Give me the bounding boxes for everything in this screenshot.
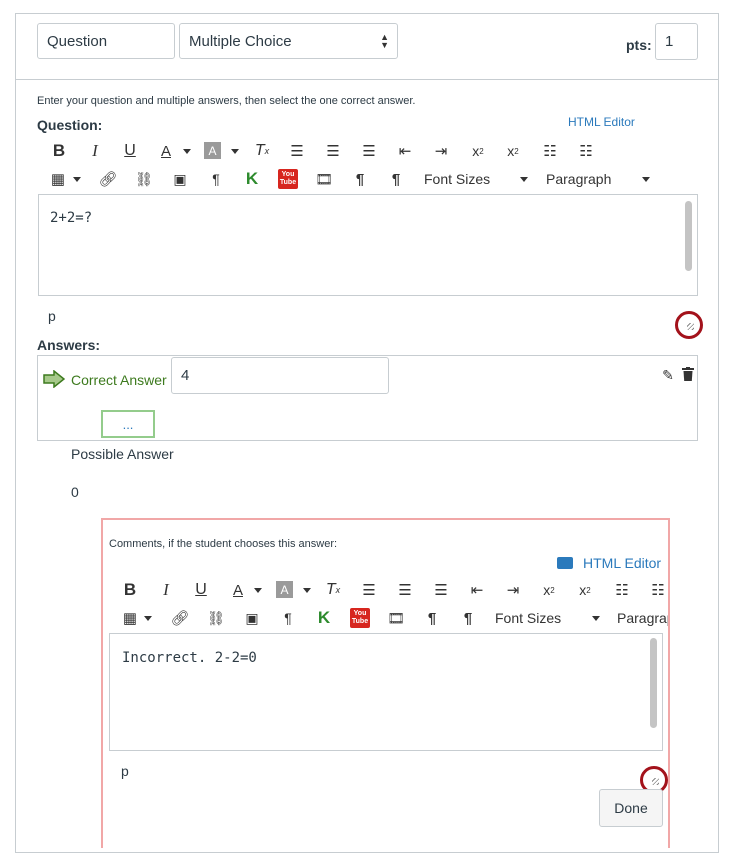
comments-path-indicator: p [121, 763, 129, 779]
comments-editor[interactable]: Incorrect. 2-2=0 [109, 633, 663, 751]
done-button[interactable]: Done [599, 789, 663, 827]
background-color-caret-icon[interactable] [231, 149, 239, 154]
comments-rtl-icon[interactable]: ¶ [458, 608, 478, 628]
background-color-icon[interactable]: A [204, 142, 221, 159]
question-resize-handle[interactable] [675, 311, 703, 339]
comments-indent-icon[interactable]: ⇥ [504, 582, 522, 599]
comments-numbered-list-icon[interactable]: ☷ [648, 580, 668, 600]
answer-comment-toggle[interactable]: ... [101, 410, 155, 438]
link-icon[interactable]: 🔗︎ [98, 169, 118, 189]
comments-youtube-icon[interactable]: You Tube [350, 608, 370, 628]
ltr-icon[interactable]: ¶ [350, 169, 370, 189]
underline-icon[interactable]: U [120, 140, 140, 162]
indent-icon[interactable]: ⇥ [432, 143, 450, 160]
comments-bullet-list-icon[interactable]: ☷ [612, 580, 632, 600]
possible-answer-value[interactable]: 0 [71, 484, 79, 500]
unlink-icon[interactable]: ⛓ [134, 169, 154, 189]
comments-background-color-caret-icon[interactable] [303, 588, 311, 593]
comments-underline-icon[interactable]: U [191, 579, 211, 601]
comments-table-icon[interactable]: ▦ [120, 609, 140, 627]
answers-label: Answers: [37, 337, 101, 353]
comments-editor-content[interactable]: Incorrect. 2-2=0 [122, 650, 257, 666]
comments-html-editor-link[interactable]: HTML Editor [583, 555, 661, 571]
comments-ltr-icon[interactable]: ¶ [422, 608, 442, 628]
comments-unlink-icon[interactable]: ⛓ [206, 608, 226, 628]
question-label: Question: [37, 117, 103, 133]
question-name-input[interactable]: Question [37, 23, 175, 59]
align-left-icon[interactable]: ☰ [288, 143, 306, 160]
table-icon[interactable]: ▦ [48, 170, 68, 188]
subscript-icon[interactable]: x2 [503, 140, 523, 162]
comments-text-color-caret-icon[interactable] [254, 588, 262, 593]
comments-align-left-icon[interactable]: ☰ [360, 582, 378, 599]
answer-comments-panel: Comments, if the student chooses this an… [101, 518, 670, 848]
comments-clear-formatting-icon[interactable]: Tx [323, 579, 343, 601]
question-type-value: Multiple Choice [189, 32, 292, 50]
bold-icon[interactable]: B [49, 140, 69, 162]
align-center-icon[interactable]: ☰ [324, 143, 342, 160]
trash-icon[interactable] [682, 367, 694, 381]
image-icon[interactable]: ▣ [170, 170, 190, 188]
comments-paragraph-format-select[interactable]: Paragrap [617, 610, 668, 626]
kaltura-icon[interactable]: K [242, 168, 262, 190]
correct-answer-input[interactable]: 4 [171, 357, 389, 394]
comments-editor-scrollbar[interactable] [650, 638, 657, 728]
comments-bold-icon[interactable]: B [120, 579, 140, 601]
question-editor[interactable]: 2+2=? [38, 194, 698, 296]
font-sizes-select[interactable]: Font Sizes [424, 171, 490, 187]
points-label: pts: [626, 37, 652, 53]
media-icon[interactable]: 🎞︎ [314, 170, 334, 188]
edit-pencil-icon[interactable]: ✎ [659, 366, 677, 384]
paragraph-mark-icon[interactable]: ¶ [206, 169, 226, 189]
comments-link-icon[interactable]: 🔗︎ [170, 608, 190, 628]
instructions-text: Enter your question and multiple answers… [37, 95, 416, 107]
correct-answer-label: Correct Answer [71, 372, 167, 388]
rtl-icon[interactable]: ¶ [386, 169, 406, 189]
select-arrows-icon: ▲ ▼ [380, 32, 389, 50]
question-editor-content[interactable]: 2+2=? [50, 210, 92, 226]
comments-media-icon[interactable]: 🎞︎ [386, 609, 406, 627]
comments-kaltura-icon[interactable]: K [314, 607, 334, 629]
bullet-list-icon[interactable]: ☷ [540, 141, 560, 161]
paragraph-caret-icon[interactable] [642, 177, 650, 182]
comments-subscript-icon[interactable]: x2 [575, 579, 595, 601]
comments-align-center-icon[interactable]: ☰ [396, 582, 414, 599]
comments-outdent-icon[interactable]: ⇤ [468, 582, 486, 599]
text-color-icon[interactable]: A [155, 140, 177, 162]
comments-label: Comments, if the student chooses this an… [109, 538, 338, 550]
comments-image-icon[interactable]: ▣ [242, 609, 262, 627]
paragraph-format-select[interactable]: Paragraph [546, 171, 611, 187]
text-color-caret-icon[interactable] [183, 149, 191, 154]
youtube-icon[interactable]: You Tube [278, 169, 298, 189]
clear-formatting-icon[interactable]: Tx [252, 140, 272, 162]
comments-italic-icon[interactable]: I [156, 579, 176, 601]
question-path-indicator: p [48, 308, 56, 324]
points-input[interactable]: 1 [655, 23, 698, 60]
comments-align-right-icon[interactable]: ☰ [432, 582, 450, 599]
comments-font-sizes-caret-icon[interactable] [592, 616, 600, 621]
comments-font-sizes-select[interactable]: Font Sizes [495, 610, 561, 626]
question-type-select[interactable]: Multiple Choice ▲ ▼ [179, 23, 398, 59]
table-caret-icon[interactable] [73, 177, 81, 182]
superscript-icon[interactable]: x2 [468, 140, 488, 162]
possible-answer-label: Possible Answer [71, 446, 174, 462]
comments-table-caret-icon[interactable] [144, 616, 152, 621]
align-right-icon[interactable]: ☰ [360, 143, 378, 160]
outdent-icon[interactable]: ⇤ [396, 143, 414, 160]
comments-paragraph-mark-icon[interactable]: ¶ [278, 608, 298, 628]
comments-text-color-icon[interactable]: A [227, 579, 249, 601]
numbered-list-icon[interactable]: ☷ [576, 141, 596, 161]
correct-answer-arrow-icon[interactable] [43, 369, 66, 389]
comments-background-color-icon[interactable]: A [276, 581, 293, 598]
keyboard-icon [557, 557, 573, 569]
question-editor-scrollbar[interactable] [685, 201, 692, 271]
question-html-editor-link[interactable]: HTML Editor [568, 115, 635, 129]
italic-icon[interactable]: I [85, 140, 105, 162]
comments-superscript-icon[interactable]: x2 [539, 579, 559, 601]
font-sizes-caret-icon[interactable] [520, 177, 528, 182]
